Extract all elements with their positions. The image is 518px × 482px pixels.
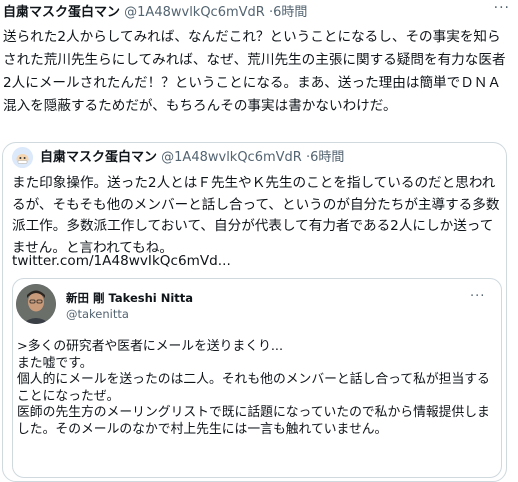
quoted-tweet-time: 6時間	[310, 150, 345, 165]
embedded-more-icon: ···	[470, 289, 486, 304]
tweet-text: 送られた2人からしてみれば、なんだこれ？ということになるし、その事実を知らされた…	[3, 29, 506, 114]
quoted-tweet-header: 自粛マスク蛋白マン @1A48wvlkQc6mVdR ·6時間	[40, 148, 344, 168]
tweet-time[interactable]: 6時間	[273, 5, 307, 20]
author-handle[interactable]: @1A48wvlkQc6mVdR	[124, 5, 265, 20]
embedded-tweet-text: >多くの研究者や医者にメールを送りまくり... また嘘です。 個人的にメールを送…	[17, 339, 490, 437]
quoted-author-handle: @1A48wvlkQc6mVdR	[161, 150, 302, 165]
quoted-author-avatar	[12, 147, 33, 168]
quoted-tweet-link[interactable]: twitter.com/1A48wvIkQc6mVd...	[12, 251, 231, 272]
tweet-header: 自粛マスク蛋白マン @1A48wvlkQc6mVdR ·6時間	[3, 2, 515, 24]
embedded-author-avatar	[16, 284, 56, 324]
quoted-author-name: 自粛マスク蛋白マン	[40, 150, 158, 165]
embedded-author-name: 新田 剛 Takeshi Nitta	[66, 291, 194, 305]
embedded-author-handle: @takenitta	[66, 307, 129, 321]
quoted-tweet-text: また印象操作。送った2人とはＦ先生やＫ先生のことを指しているのだと思われるが、そ…	[12, 175, 500, 256]
author-name[interactable]: 自粛マスク蛋白マン	[3, 5, 120, 20]
more-options-icon[interactable]: ···	[494, 0, 510, 16]
